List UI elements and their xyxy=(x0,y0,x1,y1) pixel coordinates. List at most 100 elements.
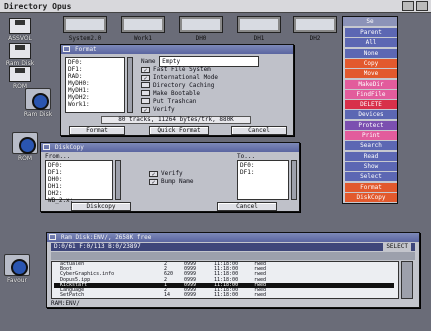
list-item[interactable]: DF0: xyxy=(68,59,122,66)
device-list[interactable]: DF0: DF1: RAD: MyDH0: MyDH1: MyDH2: Work… xyxy=(65,57,125,113)
depth-gadget-icon[interactable] xyxy=(402,1,414,11)
diskcopy-window: DiskCopy From... DF0: DF1: DH0: DH1: DH2… xyxy=(40,142,300,212)
drive-button-work1[interactable]: Work1 xyxy=(118,16,168,46)
file-row[interactable]: SetPatch 14 0999 11:18:00 rwed xyxy=(54,293,394,298)
lister-scrollbar[interactable] xyxy=(401,261,413,299)
to-list-scrollbar[interactable] xyxy=(291,160,297,200)
panel-button-select[interactable]: Select xyxy=(345,172,397,182)
checkmark-icon[interactable]: ✓ xyxy=(149,179,158,186)
desktop-icon-ramdisk[interactable]: Ram Disk xyxy=(2,43,38,67)
file-list[interactable]: actualen 2 0999 11:18:00 rwed Boot 2 0999 11:18:… xyxy=(51,261,399,299)
checkbox-icon[interactable] xyxy=(141,82,150,88)
path-field[interactable]: RAM:ENV/ xyxy=(51,300,80,307)
panel-button-protect[interactable]: Protect xyxy=(345,120,397,130)
panel-button-devices[interactable]: Devices xyxy=(345,110,397,120)
diskcopy-cancel-button[interactable]: Cancel xyxy=(217,202,277,211)
file-date: 11:18:00 xyxy=(214,292,239,299)
drive-button-dh2[interactable]: DH2 xyxy=(290,16,340,46)
drive-icon xyxy=(179,16,223,33)
panel-button-all[interactable]: All xyxy=(345,38,397,48)
diskcopy-button[interactable]: Diskcopy xyxy=(71,202,131,211)
panel-button-format[interactable]: Format xyxy=(345,182,397,192)
lister-info: D:0/61 F:0/113 B:0/23897 xyxy=(54,243,141,250)
list-item[interactable]: DF1: xyxy=(240,169,286,176)
drive-label: System2.0 xyxy=(68,35,102,42)
checkbox-icon[interactable] xyxy=(141,90,150,96)
option-label: Put Trashcan xyxy=(153,98,197,105)
list-item[interactable]: DH0: xyxy=(48,176,110,183)
cancel-button[interactable]: Cancel xyxy=(231,126,287,135)
device-list-scrollbar[interactable] xyxy=(127,57,133,113)
format-window-titlebar[interactable]: Format xyxy=(61,45,293,54)
panel-button-none[interactable]: None xyxy=(345,48,397,58)
desktop-icon-assvol[interactable]: ASSVOL xyxy=(2,18,38,42)
from-list-scrollbar[interactable] xyxy=(115,160,121,200)
panel-button-print[interactable]: Print xyxy=(345,131,397,140)
lister-info-bar: D:0/61 F:0/113 B:0/23897 SELECT xyxy=(51,243,415,251)
format-button[interactable]: Format xyxy=(69,126,125,135)
panel-button-findfile[interactable]: FindFile xyxy=(345,89,397,99)
list-item[interactable]: MyDH0: xyxy=(68,80,122,87)
desktop-icon-favour[interactable]: Favour xyxy=(0,254,34,284)
select-button[interactable]: SELECT xyxy=(383,243,411,251)
close-icon[interactable] xyxy=(49,234,56,240)
drive-button-system2[interactable]: System2.0 xyxy=(60,16,110,46)
drive-label: DH0 xyxy=(195,35,207,42)
drive-button-dh0[interactable]: DH0 xyxy=(176,16,226,46)
icon-label: ROM xyxy=(17,155,33,162)
close-icon[interactable] xyxy=(43,144,50,150)
list-item[interactable]: Work1: xyxy=(68,101,122,108)
lister-toolbar xyxy=(51,252,415,260)
list-item[interactable]: DH1: xyxy=(48,183,110,190)
list-item[interactable]: MyDH1: xyxy=(68,87,122,94)
icon-label: Ram Disk xyxy=(23,111,53,118)
diskcopy-window-titlebar[interactable]: DiskCopy xyxy=(41,143,299,152)
drive-label: DH1 xyxy=(253,35,265,42)
quick-format-button[interactable]: Quick Format xyxy=(149,126,209,135)
panel-button-move[interactable]: Move xyxy=(345,69,397,79)
close-icon[interactable] xyxy=(63,46,70,52)
drive-icon xyxy=(121,16,165,33)
file-name: SetPatch xyxy=(60,292,85,299)
panel-button-search[interactable]: Search xyxy=(345,141,397,151)
window-title: DiskCopy xyxy=(55,144,84,151)
status-text: 80 tracks, 11264 bytes/trk, 880K xyxy=(101,116,251,124)
checkbox-icon[interactable] xyxy=(141,98,150,104)
file-size: 14 xyxy=(164,292,171,299)
panel-button-diskcopy[interactable]: DiskCopy xyxy=(345,192,397,202)
list-item[interactable]: DH2: xyxy=(48,190,110,197)
panel-button-read[interactable]: Read xyxy=(345,151,397,161)
zoom-gadget-icon[interactable] xyxy=(416,1,428,11)
drive-label: DH2 xyxy=(309,35,321,42)
desktop-icon-rom[interactable]: ROM xyxy=(2,66,38,90)
list-item[interactable]: DF1: xyxy=(48,169,110,176)
list-item[interactable]: DF0: xyxy=(48,162,110,169)
rom-icon xyxy=(12,132,38,154)
lister-titlebar[interactable]: Ram Disk:ENV/, 2658K free xyxy=(47,233,419,242)
list-item[interactable]: RAD: xyxy=(68,73,122,80)
option-verify[interactable]: ✓ Verify xyxy=(141,105,175,114)
to-device-list[interactable]: DF0: DF1: xyxy=(237,160,289,200)
panel-button-delete[interactable]: DELETE xyxy=(345,100,397,110)
desktop-icon-ramdisk-2[interactable]: Ram Disk xyxy=(20,88,56,118)
checkmark-icon[interactable]: ✓ xyxy=(141,107,150,114)
list-item[interactable]: MyDH2: xyxy=(68,94,122,101)
from-device-list[interactable]: DF0: DF1: DH0: DH1: DH2: WB_2.x: xyxy=(45,160,113,204)
file-flags: rwed xyxy=(254,292,267,299)
panel-button-parent[interactable]: Parent xyxy=(345,28,397,37)
file-prot: 0999 xyxy=(184,292,197,299)
button-bank-title: Se xyxy=(343,17,397,26)
button-bank: Se Parent All None Copy Move MakeDir FindFile D… xyxy=(342,16,398,204)
drive-icon xyxy=(293,16,337,33)
panel-button-show[interactable]: Show xyxy=(345,161,397,171)
window-title: Ram Disk:ENV/, 2658K free xyxy=(61,234,152,241)
favourites-icon xyxy=(4,254,30,276)
list-item[interactable]: DF0: xyxy=(240,162,286,169)
option-bump-name[interactable]: ✓ Bump Name xyxy=(149,177,194,186)
list-item[interactable]: DF1: xyxy=(68,66,122,73)
panel-button-copy[interactable]: Copy xyxy=(345,58,397,68)
desktop-icon-rom-2[interactable]: ROM xyxy=(8,132,42,162)
panel-button-makedir[interactable]: MakeDir xyxy=(345,79,397,89)
drive-button-dh1[interactable]: DH1 xyxy=(234,16,284,46)
from-label: From... xyxy=(45,153,71,160)
